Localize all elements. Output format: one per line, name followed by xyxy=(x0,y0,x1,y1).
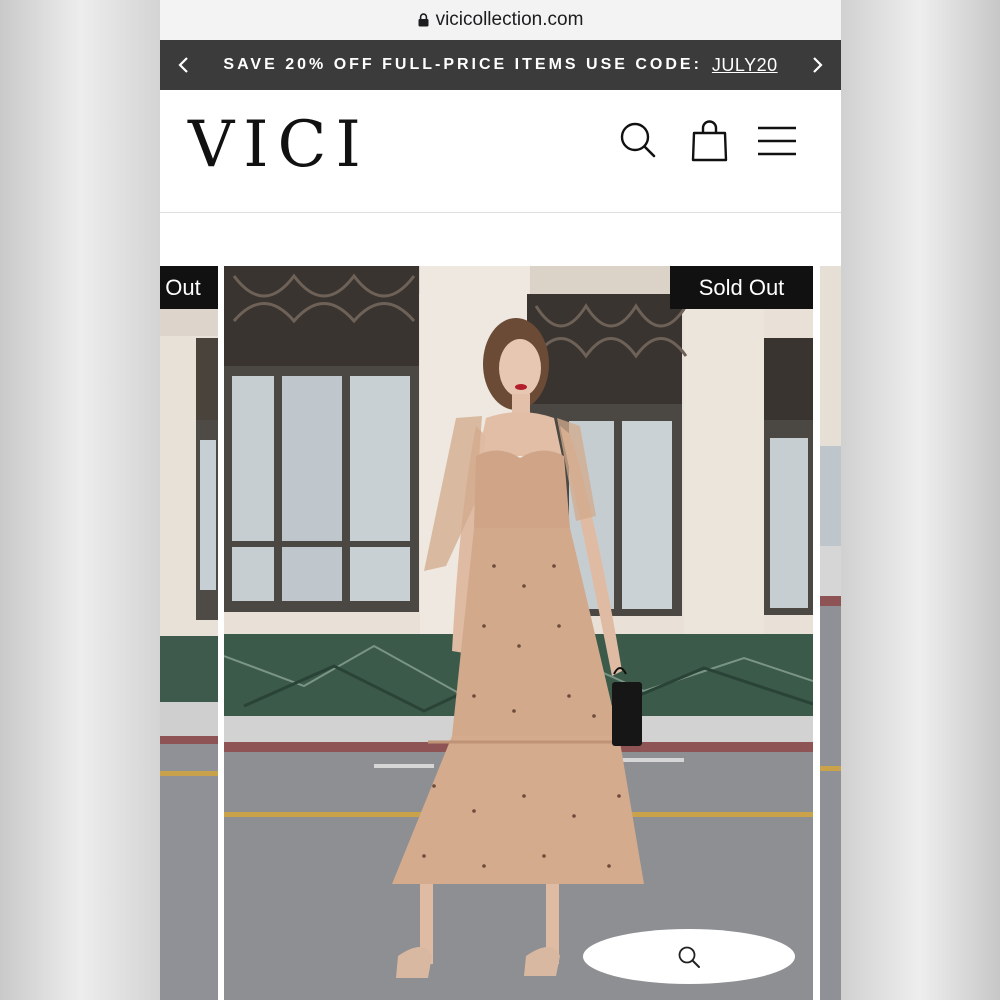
search-icon xyxy=(620,122,656,158)
header-search-button[interactable] xyxy=(616,118,662,164)
product-photo-previous xyxy=(160,266,218,1000)
header-spacer xyxy=(160,213,841,266)
sold-out-badge-previous: Out xyxy=(160,266,218,309)
header-menu-button[interactable] xyxy=(754,118,800,164)
header-cart-button[interactable] xyxy=(687,118,733,164)
chevron-right-icon xyxy=(813,57,823,73)
phone-screen: vicicollection.com SAVE 20% OFF FULL-PRI… xyxy=(160,0,841,1000)
gallery-slide-previous[interactable]: Out xyxy=(160,266,218,1000)
site-header: VICI xyxy=(160,90,841,213)
sold-out-badge: Sold Out xyxy=(670,266,813,309)
lock-icon xyxy=(418,13,429,27)
promo-next-button[interactable] xyxy=(803,51,831,79)
zoom-button[interactable] xyxy=(583,929,795,984)
product-gallery[interactable]: Out Sold Out xyxy=(160,266,841,1000)
gallery-slide-main[interactable]: Sold Out xyxy=(224,266,813,1000)
browser-address-bar[interactable]: vicicollection.com xyxy=(160,0,841,40)
chevron-left-icon xyxy=(178,57,188,73)
product-photo-main xyxy=(224,266,813,1000)
gallery-slide-next[interactable] xyxy=(820,266,841,1000)
hamburger-menu-icon xyxy=(758,126,796,156)
promo-prev-button[interactable] xyxy=(170,51,198,79)
search-icon xyxy=(678,946,700,968)
promo-code-link[interactable]: JULY20 xyxy=(712,55,778,76)
url-text: vicicollection.com xyxy=(435,9,584,30)
site-logo[interactable]: VICI xyxy=(188,108,370,182)
promo-text: SAVE 20% OFF FULL-PRICE ITEMS USE CODE: xyxy=(223,56,702,73)
promo-banner: SAVE 20% OFF FULL-PRICE ITEMS USE CODE: … xyxy=(160,40,841,90)
shopping-bag-icon xyxy=(691,120,728,162)
product-photo-next xyxy=(820,266,841,1000)
